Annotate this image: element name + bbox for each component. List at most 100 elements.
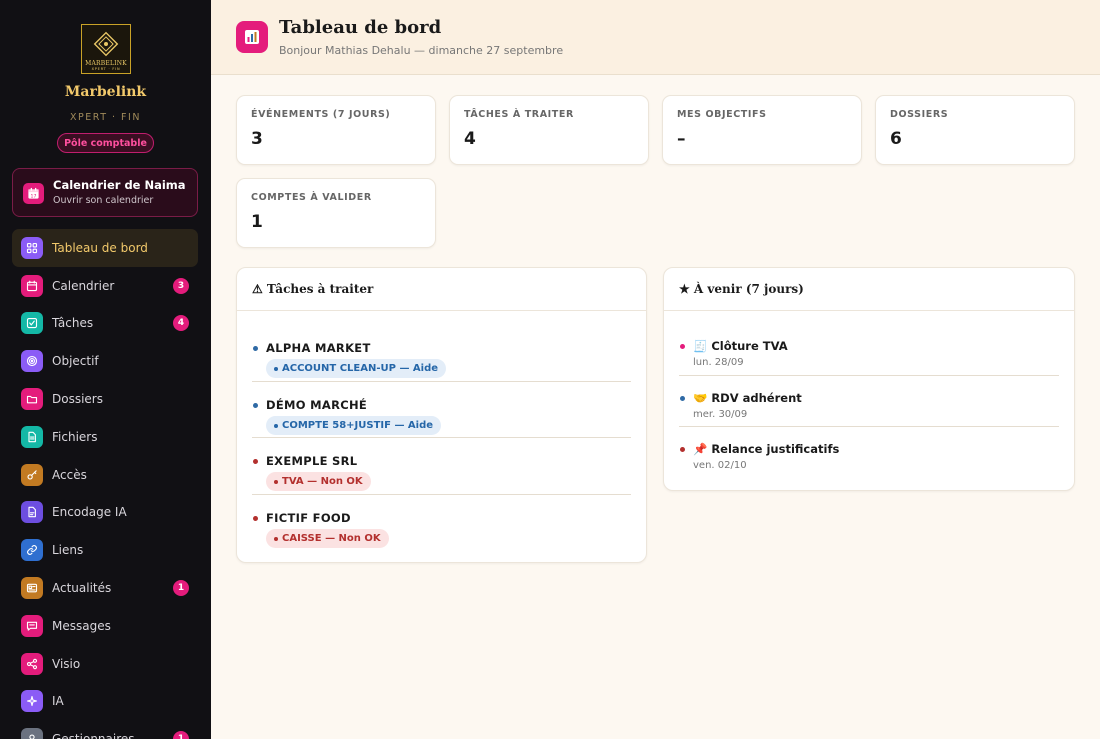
- sidebar-item-encodage-ia[interactable]: Encodage IA: [12, 494, 198, 532]
- stat-card-folders[interactable]: DOSSIERS 6: [875, 95, 1075, 165]
- sidebar-item-messages[interactable]: Messages: [12, 607, 198, 645]
- sparkle-icon: [21, 690, 43, 713]
- sidebar-item-actualites[interactable]: Actualités 1: [12, 569, 198, 607]
- count-badge: 1: [173, 731, 189, 739]
- sidebar-item-label: Messages: [52, 618, 111, 633]
- file-icon: [21, 425, 43, 448]
- folder-icon: [21, 388, 43, 411]
- status-dot: [253, 459, 258, 464]
- sidebar-item-dossiers[interactable]: Dossiers: [12, 380, 198, 418]
- event-title: 📌 Relance justificatifs: [693, 442, 840, 456]
- logo-subtext: XPERT · FIN: [91, 67, 121, 71]
- sidebar-item-label: Tâches: [52, 316, 94, 331]
- svg-text:17: 17: [31, 194, 37, 200]
- task-status-tag[interactable]: ACCOUNT CLEAN-UP — Aide: [266, 359, 447, 378]
- sidebar-item-label: Accès: [52, 467, 87, 482]
- news-icon: [21, 577, 43, 600]
- status-dot: [253, 402, 258, 408]
- link-icon: [21, 539, 43, 562]
- logo[interactable]: MARBELINK XPERT · FIN: [81, 24, 131, 74]
- stat-value: –: [677, 129, 686, 149]
- stat-card-tasks[interactable]: TÂCHES À TRAITER 4: [449, 95, 649, 165]
- user-icon: [21, 728, 43, 739]
- status-dot: [253, 515, 258, 521]
- stat-value: 3: [251, 129, 263, 149]
- stat-card-accounts[interactable]: COMPTES À VALIDER 1: [236, 178, 436, 248]
- sidebar-item-acces[interactable]: Accès: [12, 456, 198, 494]
- sidebar-item-objectif[interactable]: Objectif: [12, 342, 198, 380]
- event-dot: [680, 344, 685, 349]
- sidebar-item-label: Objectif: [52, 354, 99, 369]
- task-status-tag[interactable]: CAISSE — Non OK: [266, 528, 389, 548]
- stat-label: MES OBJECTIFS: [677, 109, 767, 120]
- sidebar-item-label: Tableau de bord: [52, 240, 148, 255]
- event-row[interactable]: 📌 Relance justificatifs ven. 02/10: [679, 427, 1059, 479]
- page-subtitle: Bonjour Mathias Dehalu — dimanche 27 sep…: [279, 44, 564, 57]
- calendar-shortcut-card[interactable]: 17 Calendrier de Naima Ouvrir son calend…: [12, 168, 198, 217]
- sidebar-item-visio[interactable]: Visio: [12, 645, 198, 683]
- task-status-tag[interactable]: COMPTE 58+JUSTIF — Aide: [266, 415, 442, 435]
- event-row[interactable]: 🧾 Clôture TVA lun. 28/09: [679, 324, 1059, 376]
- event-row[interactable]: 🤝 RDV adhérent mer. 30/09: [679, 376, 1059, 427]
- task-row[interactable]: FICTIF FOOD CAISSE — Non OK: [252, 495, 631, 552]
- checkbox-icon: [21, 312, 43, 335]
- tasks-panel-title: ⚠ Tâches à traiter: [237, 268, 646, 311]
- events-panel: ★ À venir (7 jours) 🧾 Clôture TVA lun. 28…: [663, 267, 1075, 491]
- sidebar-item-fichiers[interactable]: Fichiers: [12, 418, 198, 456]
- sidebar-item-label: Actualités: [52, 581, 112, 596]
- task-status-tag[interactable]: TVA — Non OK: [266, 472, 371, 491]
- brand-name: Marbelink: [64, 84, 147, 100]
- sidebar-item-calendrier[interactable]: Calendrier 3: [12, 267, 198, 305]
- sidebar-item-label: Encodage IA: [52, 505, 127, 520]
- sidebar-item-label: IA: [52, 694, 64, 709]
- sidebar-item-gestionnaires[interactable]: Gestionnaires 1: [12, 720, 198, 739]
- sidebar-item-label: Visio: [52, 656, 81, 671]
- grid-icon: [21, 236, 43, 259]
- event-date: lun. 28/09: [693, 357, 744, 368]
- share-icon: [21, 652, 43, 675]
- calendar-icon: [21, 274, 43, 297]
- event-date: mer. 30/09: [693, 408, 748, 420]
- page-title: Tableau de bord: [279, 17, 442, 38]
- sidebar-item-label: Gestionnaires: [52, 732, 135, 739]
- page-header: Tableau de bord Bonjour Mathias Dehalu —…: [211, 0, 1100, 75]
- task-row[interactable]: DÉMO MARCHÉ COMPTE 58+JUSTIF — Aide: [252, 382, 631, 438]
- sidebar: MARBELINK XPERT · FIN Marbelink XPERT · …: [0, 0, 211, 739]
- task-client-name: ALPHA MARKET: [266, 341, 371, 355]
- stat-label: DOSSIERS: [890, 109, 949, 120]
- stat-value: 4: [464, 129, 476, 149]
- sidebar-nav: Tableau de bord Calendrier 3 Tâches 4 Objecti…: [12, 229, 198, 739]
- sidebar-item-label: Liens: [52, 543, 84, 558]
- key-icon: [21, 463, 43, 486]
- logo-emblem-icon: [93, 31, 119, 57]
- event-dot: [680, 395, 685, 401]
- calendar-card-title: Calendrier de Naima: [53, 178, 186, 192]
- sidebar-item-taches[interactable]: Tâches 4: [12, 305, 198, 343]
- stat-card-objectives[interactable]: MES OBJECTIFS –: [662, 95, 862, 165]
- sidebar-item-label: Calendrier: [52, 278, 115, 293]
- count-badge: 3: [173, 277, 189, 294]
- sidebar-item-ia[interactable]: IA: [12, 683, 198, 721]
- logo-text: MARBELINK: [85, 60, 127, 67]
- stat-label: ÉVÉNEMENTS (7 JOURS): [251, 109, 391, 120]
- stat-value: 6: [890, 129, 902, 149]
- sidebar-item-label: Fichiers: [52, 429, 98, 444]
- stat-card-events[interactable]: ÉVÉNEMENTS (7 JOURS) 3: [236, 95, 436, 165]
- sidebar-item-tableau-de-bord[interactable]: Tableau de bord: [12, 229, 198, 267]
- event-title: 🤝 RDV adhérent: [693, 390, 802, 405]
- count-badge: 1: [173, 580, 189, 597]
- calendar-icon: 17: [23, 183, 44, 204]
- task-row[interactable]: ALPHA MARKET ACCOUNT CLEAN-UP — Aide: [252, 325, 631, 382]
- brand-subtitle: XPERT · FIN: [70, 112, 141, 123]
- message-icon: [21, 614, 43, 637]
- role-pill: Pôle comptable: [57, 133, 154, 153]
- sidebar-item-liens[interactable]: Liens: [12, 531, 198, 569]
- stat-label: COMPTES À VALIDER: [251, 192, 372, 203]
- tasks-panel: ⚠ Tâches à traiter ALPHA MARKET ACCOUNT C…: [236, 267, 647, 563]
- task-row[interactable]: EXEMPLE SRL TVA — Non OK: [252, 438, 631, 495]
- stat-label: TÂCHES À TRAITER: [464, 109, 574, 120]
- task-client-name: EXEMPLE SRL: [266, 454, 358, 468]
- target-icon: [21, 350, 43, 373]
- status-dot: [253, 346, 258, 351]
- chart-icon: [236, 21, 268, 53]
